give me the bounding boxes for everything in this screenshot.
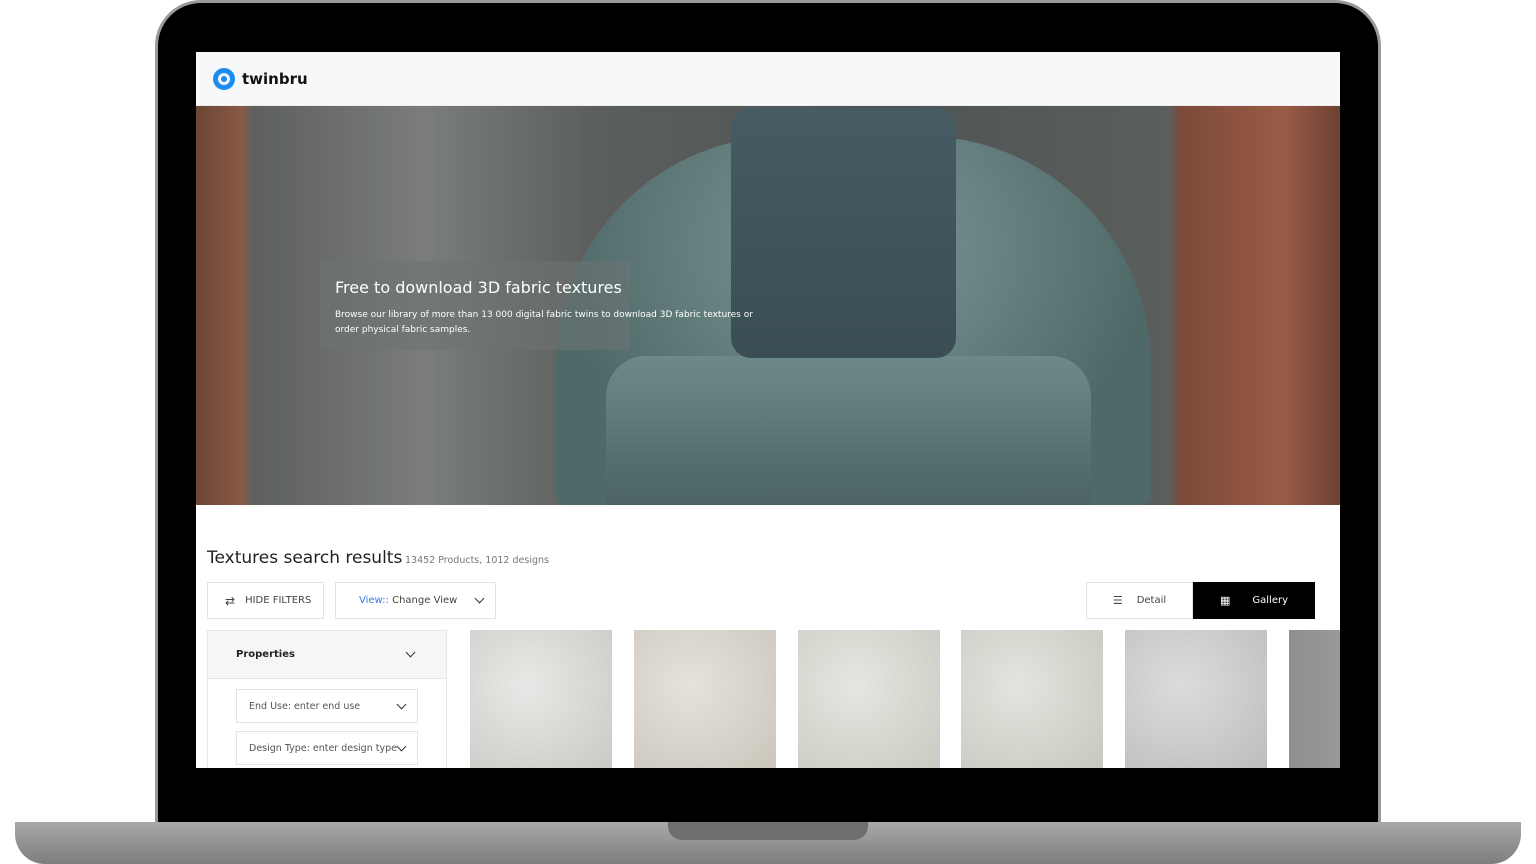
texture-tile[interactable] <box>1125 630 1267 768</box>
detail-label: Detail <box>1136 595 1167 606</box>
seat-image <box>606 356 1091 505</box>
results-count: 13452 Products, 1012 designs <box>405 555 549 566</box>
texture-tile[interactable] <box>798 630 940 768</box>
list-icon: ☰ <box>1112 594 1123 607</box>
view-prefix: View:: <box>359 595 389 606</box>
twinbru-logo-icon[interactable] <box>213 67 235 90</box>
hero-subtitle: Browse our library of more than 13 000 d… <box>335 310 753 335</box>
properties-label: Properties <box>236 649 295 660</box>
chevron-down-icon <box>396 699 407 710</box>
change-view-dropdown[interactable]: View:: Change View <box>335 582 496 619</box>
texture-tile[interactable] <box>1289 630 1340 768</box>
hero-banner: Free to download 3D fabric textures Brow… <box>196 106 1340 505</box>
chevron-down-icon <box>405 647 416 658</box>
grid-icon: ▦ <box>1219 594 1231 607</box>
chevron-down-icon <box>396 741 407 752</box>
design-type-select[interactable]: Design Type: enter design type <box>236 731 418 765</box>
view-value: Change View <box>392 595 458 606</box>
hide-filters-label: HIDE FILTERS <box>245 595 312 606</box>
logo-text[interactable]: twinbru <box>242 70 308 88</box>
end-use-select[interactable]: End Use: enter end use <box>236 689 418 723</box>
sliders-icon: ⇄ <box>225 593 236 608</box>
top-bar: twinbru <box>196 52 1340 106</box>
gallery-label: Gallery <box>1252 595 1289 606</box>
texture-tile[interactable] <box>961 630 1103 768</box>
detail-view-button[interactable]: ☰ Detail <box>1086 582 1193 619</box>
properties-header[interactable]: Properties <box>208 631 446 679</box>
screen: twinbru Free to download 3D fabric textu… <box>196 52 1340 768</box>
design-type-label: Design Type: enter design type <box>249 742 397 754</box>
hide-filters-button[interactable]: ⇄ HIDE FILTERS <box>207 582 324 619</box>
filters-panel: Properties End Use: enter end use Design… <box>207 630 447 768</box>
laptop-notch <box>668 822 868 840</box>
texture-tile[interactable] <box>634 630 776 768</box>
results-title: Textures search results <box>207 548 403 568</box>
hero-title: Free to download 3D fabric textures <box>335 278 622 297</box>
texture-tile[interactable] <box>470 630 612 768</box>
chevron-down-icon <box>474 593 485 604</box>
gallery-view-button[interactable]: ▦ Gallery <box>1193 582 1315 619</box>
end-use-label: End Use: enter end use <box>249 700 361 712</box>
